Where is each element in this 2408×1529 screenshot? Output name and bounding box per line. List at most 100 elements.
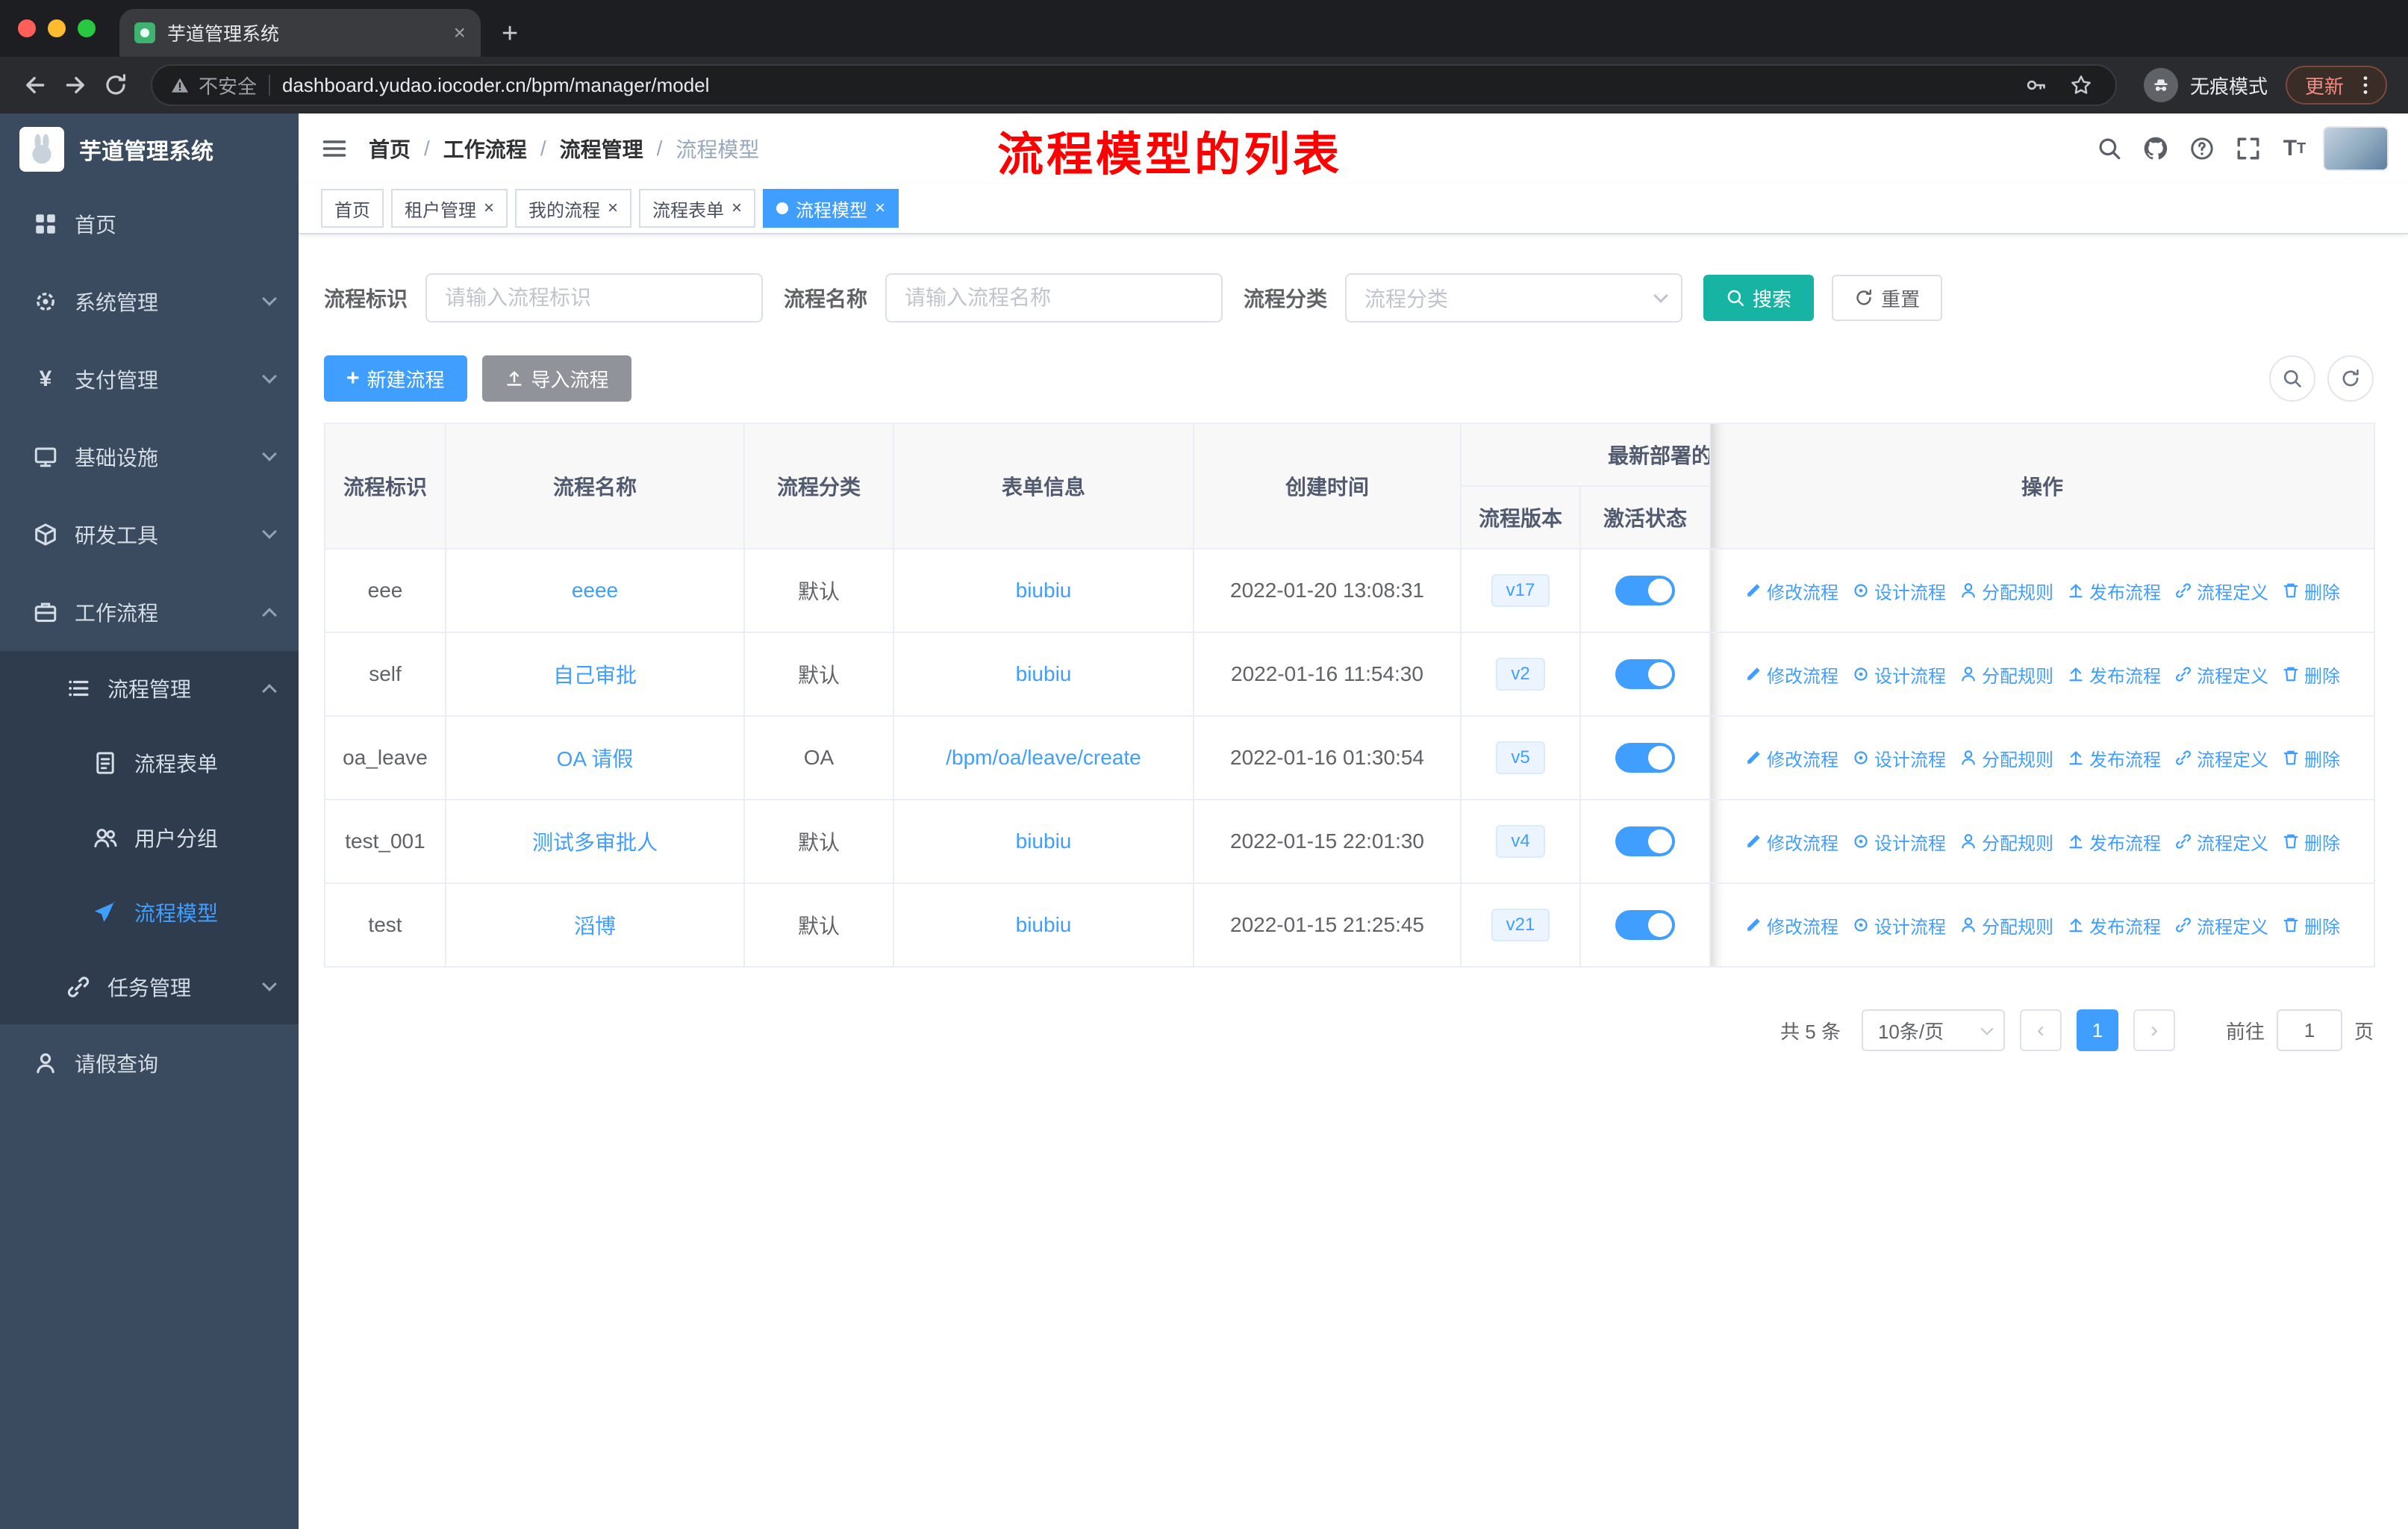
- page-number-button[interactable]: 1: [2076, 1009, 2118, 1051]
- tag-home[interactable]: 首页: [321, 189, 384, 228]
- modify-process-link[interactable]: 修改流程: [1744, 745, 1838, 771]
- delete-link[interactable]: 删除: [2282, 745, 2340, 771]
- sidebar-item-devtools[interactable]: 研发工具: [0, 496, 299, 573]
- maximize-window-button[interactable]: [78, 19, 96, 37]
- sidebar-item-process-management[interactable]: 流程管理: [0, 651, 299, 726]
- modify-process-link[interactable]: 修改流程: [1744, 912, 1838, 938]
- next-page-button[interactable]: ›: [2133, 1009, 2175, 1051]
- toggle-search-button[interactable]: [2269, 355, 2315, 402]
- active-toggle[interactable]: [1615, 576, 1675, 605]
- process-name-link[interactable]: OA 请假: [557, 747, 634, 770]
- minimize-window-button[interactable]: [48, 19, 66, 37]
- close-window-button[interactable]: [18, 19, 36, 37]
- tag-close-icon[interactable]: ×: [732, 199, 742, 217]
- process-name-link[interactable]: 自己审批: [553, 664, 637, 687]
- browser-tab[interactable]: 芋道管理系统 ×: [119, 9, 481, 57]
- new-tab-button[interactable]: +: [502, 19, 518, 48]
- delete-link[interactable]: 删除: [2282, 912, 2340, 938]
- goto-page-input[interactable]: [2276, 1009, 2342, 1051]
- active-toggle[interactable]: [1615, 910, 1675, 940]
- assign-rule-link[interactable]: 分配规则: [1959, 745, 2053, 771]
- sidebar-item-payment[interactable]: ¥ 支付管理: [0, 340, 299, 418]
- form-info-link[interactable]: biubiu: [1016, 579, 1072, 602]
- publish-process-link[interactable]: 发布流程: [2067, 912, 2161, 938]
- process-definition-link[interactable]: 流程定义: [2174, 912, 2268, 938]
- form-info-link[interactable]: biubiu: [1016, 662, 1072, 685]
- sidebar-item-infrastructure[interactable]: 基础设施: [0, 418, 299, 496]
- active-toggle[interactable]: [1615, 743, 1675, 773]
- create-process-button[interactable]: + 新建流程: [324, 355, 467, 402]
- modify-process-link[interactable]: 修改流程: [1744, 578, 1838, 604]
- form-info-link[interactable]: biubiu: [1016, 913, 1072, 936]
- sidebar-item-leave-query[interactable]: 请假查询: [0, 1024, 299, 1102]
- active-toggle[interactable]: [1615, 826, 1675, 856]
- sidebar-item-system[interactable]: 系统管理: [0, 263, 299, 340]
- reset-button[interactable]: 重置: [1832, 275, 1943, 321]
- form-info-link[interactable]: biubiu: [1016, 829, 1072, 853]
- breadcrumb-item[interactable]: 工作流程: [443, 134, 527, 164]
- password-manager-button[interactable]: [2020, 74, 2053, 96]
- process-name-input[interactable]: [885, 273, 1223, 323]
- process-definition-link[interactable]: 流程定义: [2174, 829, 2268, 855]
- publish-process-link[interactable]: 发布流程: [2067, 578, 2161, 604]
- sidebar-item-process-form[interactable]: 流程表单: [0, 726, 299, 800]
- sidebar-item-process-model[interactable]: 流程模型: [0, 875, 299, 950]
- process-name-link[interactable]: eeee: [572, 579, 618, 602]
- breadcrumb-item[interactable]: 流程管理: [560, 134, 643, 164]
- assign-rule-link[interactable]: 分配规则: [1959, 829, 2053, 855]
- tag-tenant[interactable]: 租户管理 ×: [391, 189, 508, 228]
- search-button[interactable]: 搜索: [1703, 275, 1815, 321]
- process-id-input[interactable]: [425, 273, 764, 323]
- design-process-link[interactable]: 设计流程: [1852, 661, 1946, 688]
- tab-close-icon[interactable]: ×: [454, 22, 466, 43]
- page-size-select[interactable]: 10条/页: [1861, 1009, 2005, 1051]
- forward-button[interactable]: [55, 65, 96, 105]
- assign-rule-link[interactable]: 分配规则: [1959, 578, 2053, 604]
- user-avatar[interactable]: [2323, 126, 2389, 171]
- process-name-link[interactable]: 测试多审批人: [532, 831, 658, 854]
- reload-button[interactable]: [96, 65, 136, 105]
- publish-process-link[interactable]: 发布流程: [2067, 745, 2161, 771]
- sidebar-item-task-management[interactable]: 任务管理: [0, 950, 299, 1024]
- assign-rule-link[interactable]: 分配规则: [1959, 912, 2053, 938]
- publish-process-link[interactable]: 发布流程: [2067, 661, 2161, 688]
- tag-close-icon[interactable]: ×: [484, 199, 494, 217]
- tag-process-model-active[interactable]: 流程模型 ×: [763, 189, 899, 228]
- sidebar-item-home[interactable]: 首页: [0, 185, 299, 263]
- fullscreen-button[interactable]: [2230, 131, 2266, 166]
- tag-close-icon[interactable]: ×: [608, 199, 618, 217]
- tag-process-form[interactable]: 流程表单 ×: [639, 189, 756, 228]
- breadcrumb-item[interactable]: 首页: [369, 134, 411, 164]
- address-bar[interactable]: 不安全 dashboard.yudao.iocoder.cn/bpm/manag…: [151, 64, 2117, 106]
- security-indicator[interactable]: 不安全: [170, 72, 257, 99]
- process-definition-link[interactable]: 流程定义: [2174, 578, 2268, 604]
- import-process-button[interactable]: 导入流程: [481, 355, 631, 402]
- design-process-link[interactable]: 设计流程: [1852, 912, 1946, 938]
- bookmark-button[interactable]: [2065, 74, 2097, 96]
- sidebar-item-workflow[interactable]: 工作流程: [0, 573, 299, 651]
- back-button[interactable]: [15, 65, 55, 105]
- refresh-table-button[interactable]: [2327, 355, 2374, 402]
- browser-menu-button[interactable]: [2354, 74, 2377, 96]
- font-size-button[interactable]: TT: [2277, 131, 2312, 166]
- design-process-link[interactable]: 设计流程: [1852, 578, 1946, 604]
- tag-my-process[interactable]: 我的流程 ×: [515, 189, 632, 228]
- browser-update-button[interactable]: 更新: [2285, 66, 2387, 105]
- form-info-link[interactable]: /bpm/oa/leave/create: [946, 746, 1141, 769]
- delete-link[interactable]: 删除: [2282, 578, 2340, 604]
- design-process-link[interactable]: 设计流程: [1852, 829, 1946, 855]
- active-toggle[interactable]: [1615, 659, 1675, 689]
- modify-process-link[interactable]: 修改流程: [1744, 829, 1838, 855]
- process-name-link[interactable]: 滔博: [574, 915, 616, 938]
- tag-close-icon[interactable]: ×: [875, 199, 885, 217]
- assign-rule-link[interactable]: 分配规则: [1959, 661, 2053, 688]
- sidebar-toggle-button[interactable]: [321, 135, 348, 162]
- delete-link[interactable]: 删除: [2282, 661, 2340, 688]
- process-definition-link[interactable]: 流程定义: [2174, 745, 2268, 771]
- delete-link[interactable]: 删除: [2282, 829, 2340, 855]
- sidebar-item-user-group[interactable]: 用户分组: [0, 800, 299, 875]
- help-button[interactable]: [2184, 131, 2220, 166]
- modify-process-link[interactable]: 修改流程: [1744, 661, 1838, 688]
- category-select[interactable]: 流程分类: [1345, 273, 1683, 323]
- publish-process-link[interactable]: 发布流程: [2067, 829, 2161, 855]
